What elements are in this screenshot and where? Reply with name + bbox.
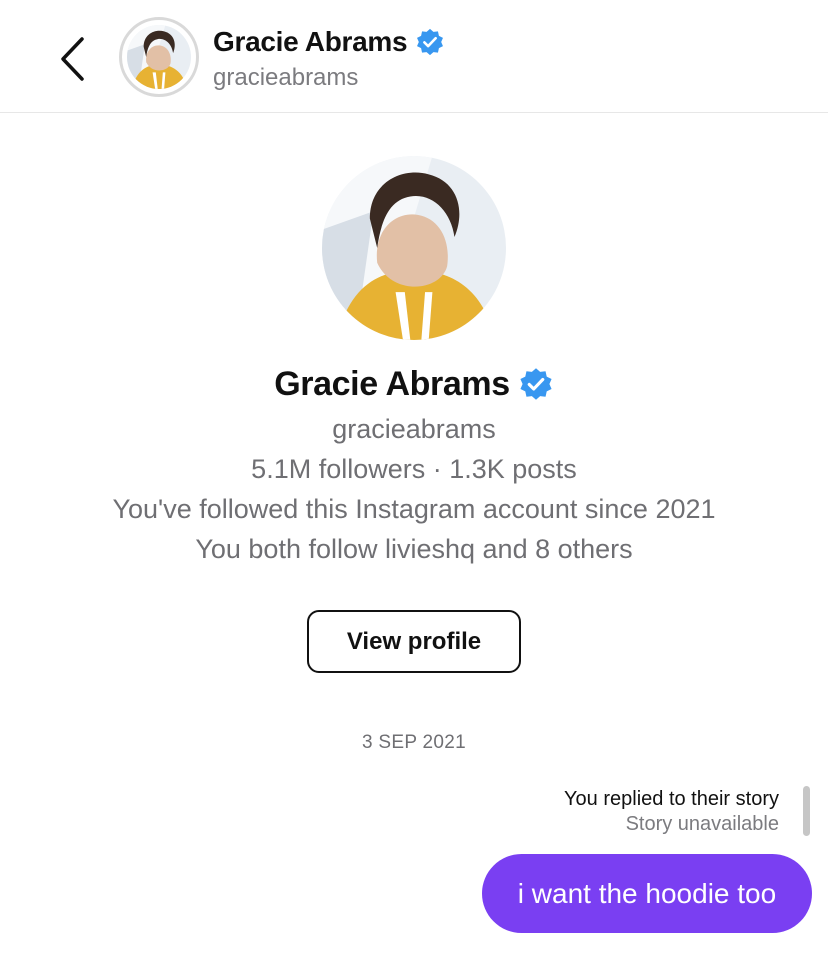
- profile-followed-since: You've followed this Instagram account s…: [112, 494, 716, 524]
- profile-stats: 5.1M followers · 1.3K posts: [251, 454, 577, 484]
- story-reply-indicator: [803, 786, 810, 836]
- thread-header: Gracie Abrams gracieabrams: [0, 0, 828, 113]
- header-title-row[interactable]: Gracie Abrams: [213, 24, 445, 60]
- header-display-name: Gracie Abrams: [213, 26, 408, 57]
- profile-mutuals: You both follow livieshq and 8 others: [195, 534, 633, 564]
- verified-badge-icon: [415, 27, 445, 57]
- message-text: i want the hoodie too: [517, 877, 777, 909]
- story-reply-title: You replied to their story: [564, 788, 779, 810]
- dm-thread-screen: Gracie Abrams gracieabrams Gracie Abrams…: [0, 0, 828, 959]
- back-button[interactable]: [50, 32, 94, 86]
- header-avatar[interactable]: [119, 17, 199, 97]
- date-separator: 3 SEP 2021: [361, 732, 467, 753]
- profile-avatar[interactable]: [322, 156, 506, 340]
- sent-message-bubble[interactable]: i want the hoodie too: [482, 854, 812, 933]
- profile-avatar-image: [322, 156, 506, 340]
- story-reply-status: Story unavailable: [625, 813, 779, 835]
- chevron-left-icon: [61, 37, 84, 81]
- profile-username: gracieabrams: [332, 414, 496, 444]
- view-profile-button[interactable]: View profile: [307, 610, 521, 673]
- verified-badge-icon: [518, 366, 554, 402]
- header-username: gracieabrams: [213, 64, 359, 91]
- profile-name-row: Gracie Abrams: [0, 362, 828, 406]
- avatar-image: [127, 25, 191, 89]
- profile-display-name: Gracie Abrams: [274, 364, 510, 403]
